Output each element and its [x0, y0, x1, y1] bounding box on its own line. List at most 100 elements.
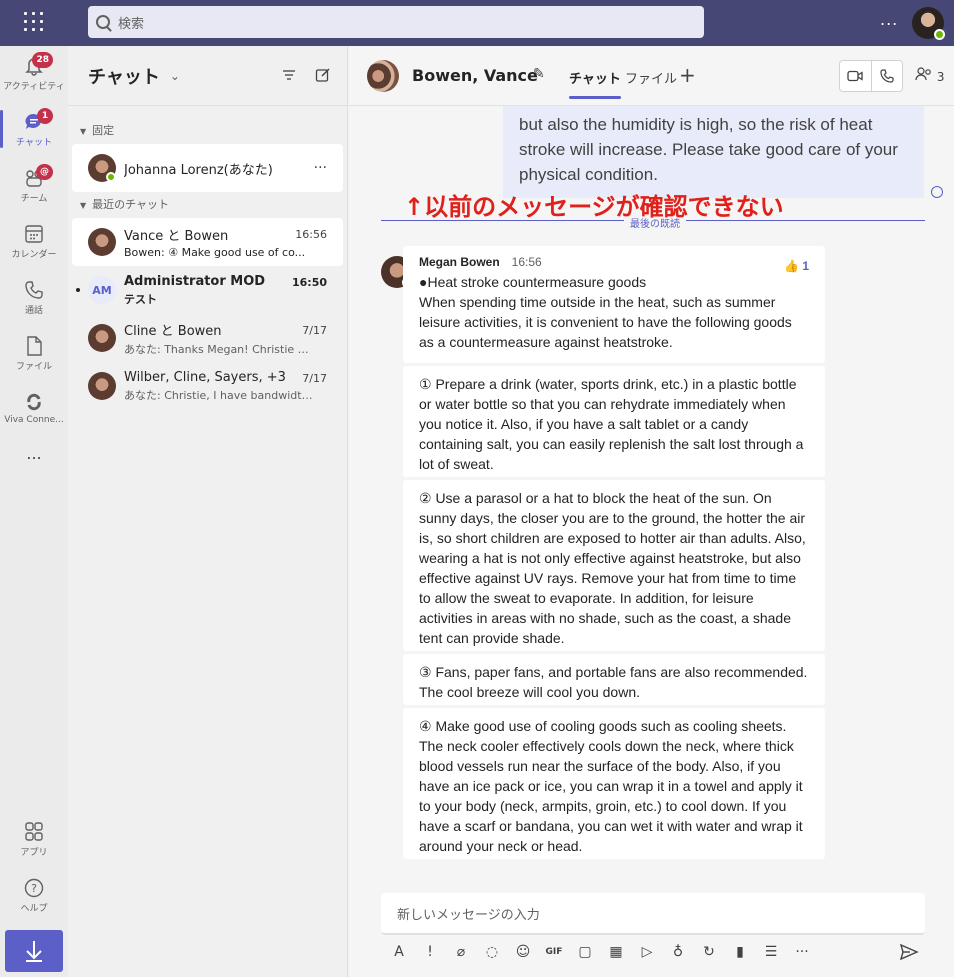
chat-badge: 1: [37, 108, 53, 124]
rail-help[interactable]: ? ヘルプ: [0, 870, 68, 922]
rail-label: チャット: [16, 138, 52, 148]
annotation-text: ↑以前のメッセージが確認できない: [404, 193, 784, 221]
reaction-count: 1: [802, 259, 809, 273]
chat-item-johanna[interactable]: Johanna Lorenz(あなた) ···: [72, 144, 343, 192]
rail-files[interactable]: ファイル: [0, 328, 68, 380]
chat-item-administrator[interactable]: AM Administrator MOD テスト 16:50: [72, 266, 343, 314]
forms-icon[interactable]: ☰: [761, 942, 781, 962]
avatar: [88, 154, 116, 182]
rail-activity[interactable]: 28 アクティビティ: [0, 48, 68, 100]
message-compose-box[interactable]: 新しいメッセージの入力: [381, 893, 925, 935]
presence-available-icon: [934, 29, 945, 40]
help-icon: ?: [23, 878, 45, 898]
attach-icon[interactable]: ⌀: [451, 942, 471, 962]
message-part-1[interactable]: Megan Bowen 16:56 ●Heat stroke countermea…: [403, 246, 825, 363]
message-part-5[interactable]: ④ Make good use of cooling goods such as…: [403, 708, 825, 859]
gif-icon[interactable]: GIF: [544, 942, 564, 962]
add-tab-icon[interactable]: +: [679, 63, 696, 87]
important-icon[interactable]: !: [420, 942, 440, 962]
file-icon: [23, 336, 45, 356]
rail-chat[interactable]: 1 チャット: [0, 104, 68, 156]
schedule-meeting-icon[interactable]: ▦: [606, 942, 626, 962]
previous-message-bubble: but also the humidity is high, so the ri…: [503, 106, 924, 198]
search-placeholder: 検索: [118, 16, 145, 32]
thumbs-up-icon: 👍: [784, 259, 799, 273]
call-buttons: [839, 60, 903, 92]
pinned-label: 固定: [92, 124, 115, 137]
loop-icon[interactable]: ◌: [482, 942, 502, 962]
avatar: [88, 228, 116, 256]
rail-teams[interactable]: @ チーム: [0, 160, 68, 212]
app-rail: 28 アクティビティ 1 チャット @ チーム カレンダー 通話 ファイル Vi…: [0, 46, 68, 977]
app-launcher-icon[interactable]: [22, 10, 46, 34]
chat-item-vance-bowen[interactable]: Vance と Bowen Bowen: ④ Make good use of …: [72, 218, 343, 266]
viva-connections-icon: [23, 392, 45, 412]
search-input[interactable]: 検索: [88, 6, 704, 38]
message-text: ① Prepare a drink (water, sports drink, …: [419, 376, 804, 472]
rail-viva[interactable]: Viva Conne...: [0, 384, 68, 436]
bell-icon: 28: [23, 52, 53, 76]
edit-pencil-icon[interactable]: ✎: [533, 66, 545, 82]
more-options-icon[interactable]: ···: [314, 160, 327, 176]
praise-icon[interactable]: ♁: [668, 942, 688, 962]
message-text: ② Use a parasol or a hat to block the he…: [419, 490, 806, 646]
rail-apps[interactable]: アプリ: [0, 814, 68, 866]
rail-calls[interactable]: 通話: [0, 272, 68, 324]
tab-files[interactable]: ファイル: [625, 68, 677, 87]
approvals-icon[interactable]: ▮: [730, 942, 750, 962]
chat-time: 16:50: [291, 276, 327, 289]
calendar-icon: [23, 224, 45, 244]
new-chat-icon[interactable]: [315, 68, 331, 86]
rail-label: Viva Conne...: [4, 415, 64, 425]
chat-list-title: チャット: [88, 66, 160, 88]
send-icon[interactable]: [899, 942, 919, 962]
emoji-icon[interactable]: ☺: [513, 942, 533, 962]
chat-item-cline-bowen[interactable]: Cline と Bowen あなた: Thanks Megan! Christi…: [72, 314, 343, 362]
collapse-icon: ▼: [80, 127, 87, 136]
chat-item-group[interactable]: Wilber, Cline, Sayers, +3 あなた: Christie,…: [72, 362, 343, 410]
stream-icon[interactable]: ▷: [637, 942, 657, 962]
tab-chat[interactable]: チャット: [569, 68, 621, 99]
audio-call-icon[interactable]: [872, 61, 903, 91]
chevron-down-icon[interactable]: ⌄: [170, 69, 180, 83]
rail-calendar[interactable]: カレンダー: [0, 216, 68, 268]
message-part-4[interactable]: ③ Fans, paper fans, and portable fans ar…: [403, 654, 825, 705]
phone-icon: [23, 280, 45, 300]
message-text: ●Heat stroke countermeasure goods When s…: [419, 274, 792, 350]
search-icon: [96, 15, 110, 29]
avatar: AM: [88, 276, 116, 304]
more-actions-icon[interactable]: ···: [792, 942, 812, 962]
sticker-icon[interactable]: ▢: [575, 942, 595, 962]
message-part-2[interactable]: ① Prepare a drink (water, sports drink, …: [403, 366, 825, 477]
refresh-icon[interactable]: ↻: [699, 942, 719, 962]
participant-count: 3: [936, 70, 945, 84]
message-text: ③ Fans, paper fans, and portable fans ar…: [419, 664, 808, 700]
teams-icon: @: [23, 164, 53, 188]
chat-preview: Bowen: ④ Make good use of co...: [124, 246, 306, 259]
pinned-section-header[interactable]: ▼ 固定: [68, 106, 347, 144]
more-options-icon[interactable]: ...: [880, 10, 898, 29]
chat-time: 16:56: [295, 228, 327, 241]
rail-label: 通話: [24, 306, 43, 316]
message-time: 16:56: [511, 255, 542, 269]
more-apps-icon[interactable]: ...: [0, 444, 68, 496]
chat-preview: あなた: Thanks Megan! Christie Cli...: [124, 342, 314, 356]
recent-section-header[interactable]: ▼ 最近のチャット: [68, 192, 347, 218]
people-icon: [915, 67, 931, 81]
participants-button[interactable]: 3: [915, 67, 944, 84]
reaction-badge[interactable]: 👍 1: [784, 256, 809, 276]
rail-label: アクティビティ: [3, 82, 65, 92]
format-icon[interactable]: A: [389, 942, 409, 962]
video-call-icon[interactable]: [840, 61, 872, 91]
message-part-3[interactable]: ② Use a parasol or a hat to block the he…: [403, 480, 825, 651]
conversation-pane: but also the humidity is high, so the ri…: [349, 46, 954, 977]
activity-badge: 28: [32, 52, 53, 68]
apps-icon: [23, 822, 45, 842]
rail-label: ヘルプ: [20, 904, 48, 914]
chat-preview: あなた: Christie, I have bandwidth ...: [124, 388, 314, 402]
conversation-header: Bowen, Vance ✎ チャット ファイル + 3: [349, 46, 954, 106]
download-icon: [26, 941, 42, 962]
filter-icon[interactable]: [281, 68, 297, 86]
download-button[interactable]: [5, 930, 63, 972]
profile-avatar[interactable]: [912, 7, 945, 40]
